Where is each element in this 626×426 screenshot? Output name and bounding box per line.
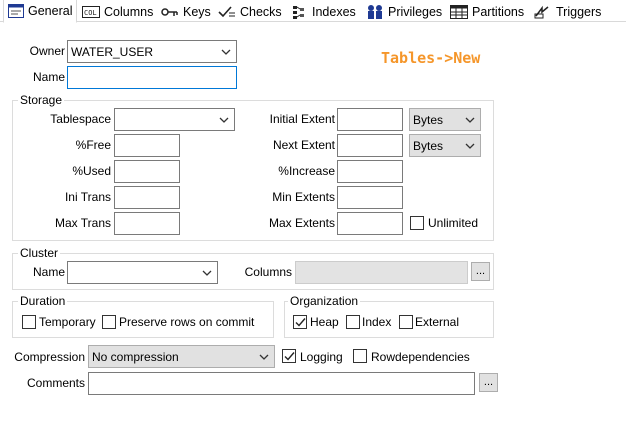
cluster-columns-input[interactable] xyxy=(295,261,468,284)
checkmark-icon xyxy=(284,352,295,361)
name-input[interactable] xyxy=(67,66,237,89)
tab-general[interactable]: General xyxy=(3,0,78,23)
preserve-rows-checkbox[interactable] xyxy=(102,315,116,329)
tab-label: General xyxy=(28,4,73,18)
ini-trans-label: Ini Trans xyxy=(64,190,111,204)
heap-label: Heap xyxy=(310,315,339,329)
chevron-down-icon xyxy=(202,270,212,276)
name-label: Name xyxy=(32,70,65,84)
chevron-down-icon xyxy=(465,143,475,149)
compression-combo[interactable]: No compression xyxy=(88,345,275,368)
next-extent-unit-combo[interactable]: Bytes xyxy=(409,134,481,157)
comments-browse-button[interactable]: ... xyxy=(479,373,498,392)
index-label: Index xyxy=(362,315,392,329)
pct-used-label: %Used xyxy=(72,164,111,178)
tab-label: Checks xyxy=(240,4,282,19)
tab-label: Triggers xyxy=(556,4,602,19)
checkmark-icon xyxy=(295,318,306,327)
general-tab-icon xyxy=(8,4,24,18)
partitions-tab-icon xyxy=(450,4,468,19)
max-extents-label: Max Extents xyxy=(268,216,335,230)
tab-label: Indexes xyxy=(312,4,356,19)
logging-checkbox[interactable] xyxy=(282,349,296,363)
max-trans-input[interactable] xyxy=(114,212,180,235)
tab-partitions[interactable]: Partitions xyxy=(446,1,528,22)
external-checkbox[interactable] xyxy=(399,315,413,329)
keys-tab-icon xyxy=(161,7,178,16)
chevron-down-icon xyxy=(221,49,231,55)
initial-extent-label: Initial Extent xyxy=(269,112,335,126)
min-extents-input[interactable] xyxy=(337,186,403,209)
logging-label: Logging xyxy=(300,350,343,364)
organization-title: Organization xyxy=(288,294,361,308)
cluster-columns-browse-button[interactable]: ... xyxy=(471,262,490,281)
unlimited-checkbox[interactable] xyxy=(410,216,424,230)
overlay-title: Tables->New xyxy=(381,49,481,67)
indexes-tab-icon xyxy=(293,5,304,19)
owner-label: Owner xyxy=(29,44,65,58)
compression-label: Compression xyxy=(14,350,85,364)
initial-extent-input[interactable] xyxy=(337,108,403,131)
next-extent-label: Next Extent xyxy=(272,138,335,152)
comments-label: Comments xyxy=(26,376,85,390)
tab-indexes[interactable]: Indexes xyxy=(288,1,360,22)
duration-title: Duration xyxy=(18,294,68,308)
tab-strip: General COL Columns Keys Checks Indexes … xyxy=(0,0,626,23)
owner-value: WATER_USER xyxy=(71,44,154,59)
chevron-down-icon xyxy=(219,117,229,123)
privileges-tab-icon xyxy=(368,4,382,19)
tab-label: Privileges xyxy=(388,4,443,19)
temporary-label: Temporary xyxy=(39,315,96,329)
triggers-tab-icon xyxy=(534,5,549,18)
pct-increase-label: %Increase xyxy=(278,164,335,178)
cluster-columns-label: Columns xyxy=(244,265,292,279)
chevron-down-icon xyxy=(259,354,269,360)
cluster-title: Cluster xyxy=(18,246,61,260)
svg-text:COL: COL xyxy=(84,9,97,17)
max-trans-label: Max Trans xyxy=(54,216,111,230)
tablespace-combo[interactable] xyxy=(114,108,235,131)
preserve-rows-label: Preserve rows on commit xyxy=(119,315,255,329)
ini-trans-input[interactable] xyxy=(114,186,180,209)
checks-tab-icon xyxy=(218,5,235,17)
index-checkbox[interactable] xyxy=(346,315,360,329)
tab-label: Keys xyxy=(183,4,211,19)
initial-extent-unit: Bytes xyxy=(413,112,444,127)
max-extents-input[interactable] xyxy=(337,212,403,235)
heap-checkbox[interactable] xyxy=(293,315,307,329)
pct-free-label: %Free xyxy=(75,138,111,152)
min-extents-label: Min Extents xyxy=(272,190,335,204)
next-extent-unit: Bytes xyxy=(413,138,444,153)
unlimited-label: Unlimited xyxy=(428,216,479,230)
tab-checks[interactable]: Checks xyxy=(214,1,286,22)
external-label: External xyxy=(415,315,460,329)
pct-increase-input[interactable] xyxy=(337,160,403,183)
chevron-down-icon xyxy=(465,117,475,123)
tab-columns[interactable]: COL Columns xyxy=(78,1,157,22)
pct-free-input[interactable] xyxy=(114,134,180,157)
next-extent-input[interactable] xyxy=(337,134,403,157)
tab-privileges[interactable]: Privileges xyxy=(362,1,446,22)
owner-combo[interactable]: WATER_USER xyxy=(67,40,237,63)
rowdependencies-label: Rowdependencies xyxy=(371,350,470,364)
compression-value: No compression xyxy=(92,349,179,364)
tab-label: Partitions xyxy=(472,4,525,19)
cluster-name-combo[interactable] xyxy=(67,261,218,284)
comments-input[interactable] xyxy=(88,372,475,395)
storage-title: Storage xyxy=(18,93,65,107)
tablespace-label: Tablespace xyxy=(50,112,111,126)
tab-triggers[interactable]: Triggers xyxy=(530,1,605,22)
initial-extent-unit-combo[interactable]: Bytes xyxy=(409,108,481,131)
pct-used-input[interactable] xyxy=(114,160,180,183)
cluster-name-label: Name xyxy=(32,265,65,279)
tab-keys[interactable]: Keys xyxy=(157,1,215,22)
columns-tab-icon: COL xyxy=(82,5,100,18)
rowdependencies-checkbox[interactable] xyxy=(353,349,367,363)
temporary-checkbox[interactable] xyxy=(22,315,36,329)
tab-label: Columns xyxy=(104,4,154,19)
